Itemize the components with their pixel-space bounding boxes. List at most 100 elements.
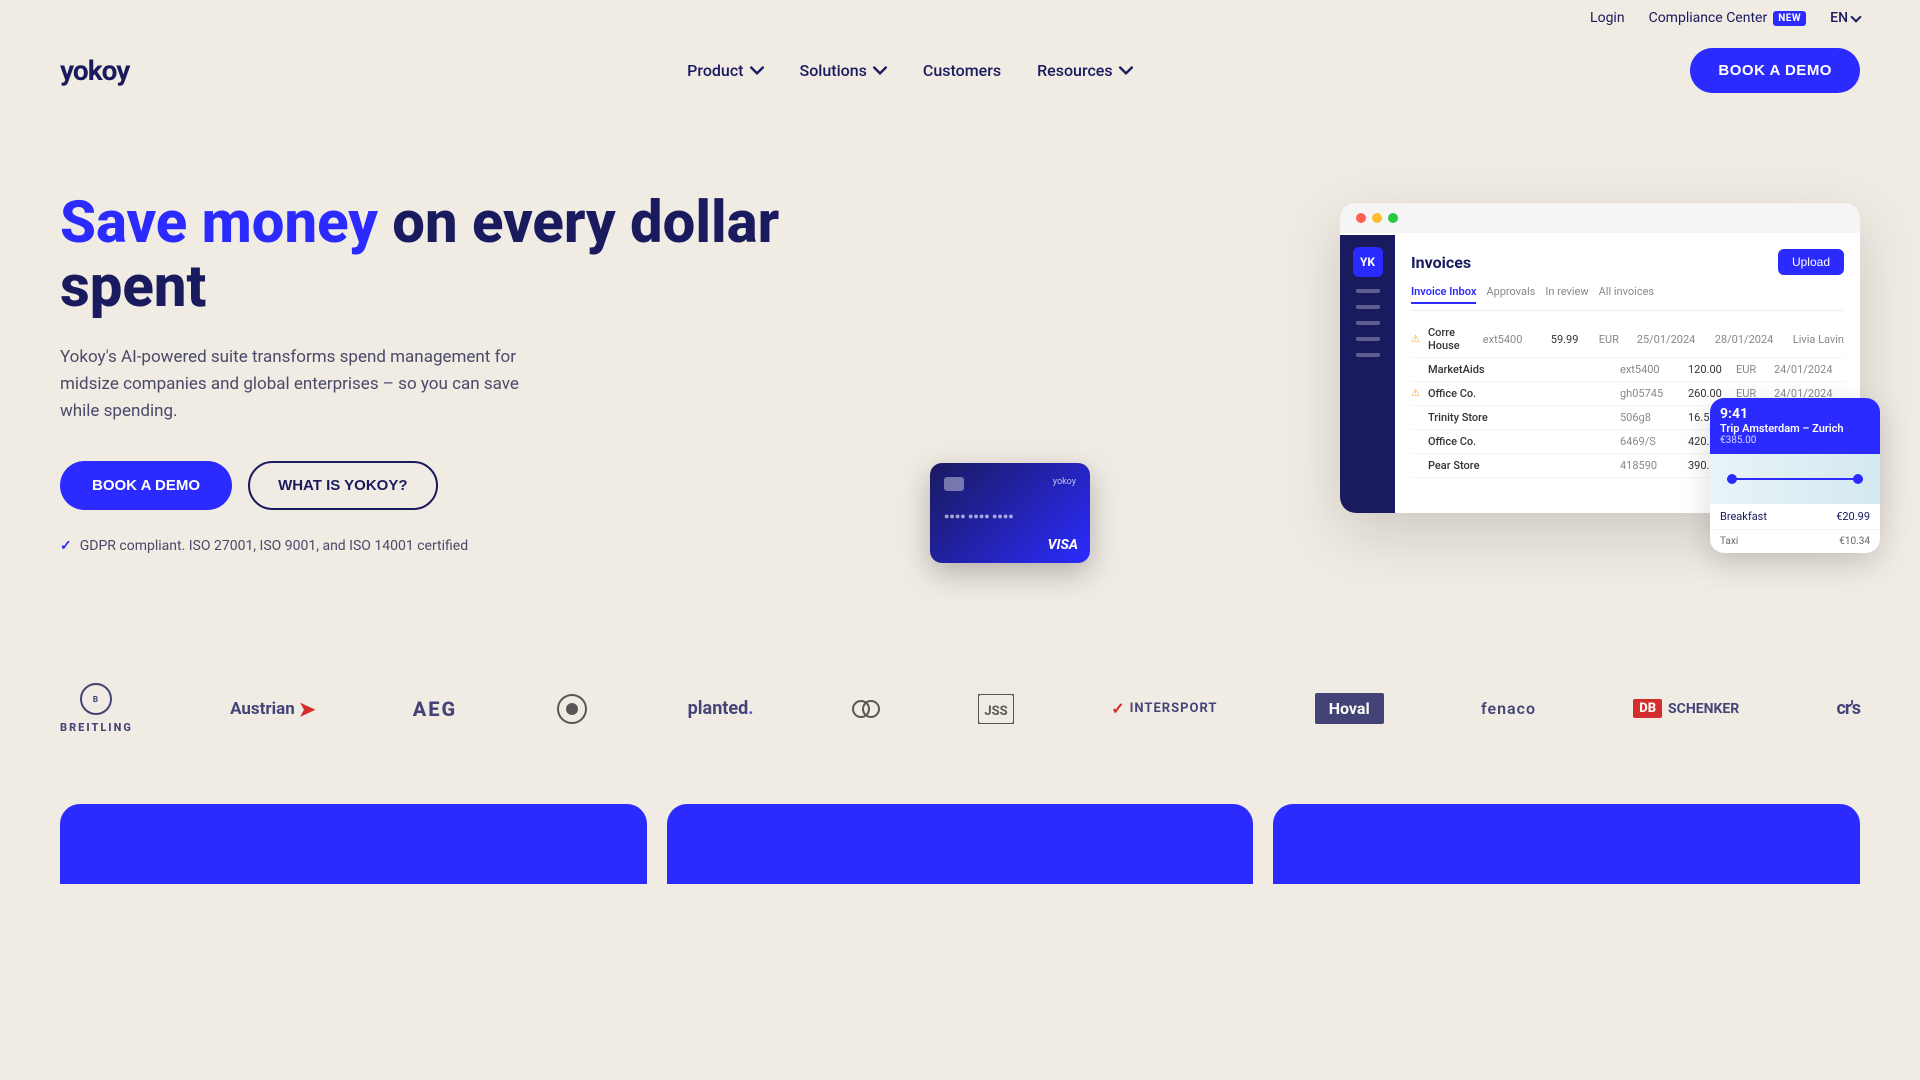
aeg-logo: AEG <box>413 697 457 721</box>
login-link[interactable]: Login <box>1590 10 1625 26</box>
warning-placeholder: ⚠ <box>1411 412 1420 423</box>
window-maximize-dot <box>1388 213 1398 223</box>
breitling-logo: B BREITLING <box>60 683 133 734</box>
sidebar-nav-icon <box>1356 289 1380 293</box>
intersport-logo: ✓ INTERSPORT <box>1111 699 1217 718</box>
nav-customers[interactable]: Customers <box>923 61 1001 80</box>
warning-placeholder: ⚠ <box>1411 460 1420 471</box>
what-is-yokoy-button[interactable]: WHAT IS YOKOY? <box>248 461 437 510</box>
jss-icon: JSS <box>978 694 1014 724</box>
hoval-logo: Hoval <box>1315 693 1384 724</box>
svg-text:JSS: JSS <box>984 704 1007 719</box>
book-demo-hero-button[interactable]: BOOK A DEMO <box>60 461 232 510</box>
gdpr-note: ✓ GDPR compliant. ISO 27001, ISO 9001, a… <box>60 538 920 554</box>
new-badge: NEW <box>1773 11 1806 26</box>
upload-button[interactable]: Upload <box>1778 249 1844 275</box>
taxi-label: Taxi <box>1720 536 1738 547</box>
hero-subtitle: Yokoy's AI-powered suite transforms spen… <box>60 344 540 426</box>
chevron-down-icon <box>1850 11 1861 22</box>
compliance-label: Compliance Center <box>1649 10 1768 26</box>
invoice-tabs: Invoice Inbox Approvals In review All in… <box>1411 285 1844 311</box>
jss-logo: JSS <box>978 694 1014 724</box>
window-minimize-dot <box>1372 213 1382 223</box>
trip-header: 9:41 Trip Amsterdam – Zurich €385.00 <box>1710 398 1880 454</box>
top-bar: Login Compliance Center NEW EN <box>0 0 1920 36</box>
warning-placeholder: ⚠ <box>1411 436 1420 447</box>
language-selector[interactable]: EN <box>1830 10 1860 26</box>
visa-logo: VISA <box>1048 537 1078 553</box>
feature-card-2[interactable] <box>667 804 1254 884</box>
warning-icon: ⚠ <box>1411 388 1420 399</box>
navbar: yokoy Product Solutions Customers Resour… <box>0 36 1920 113</box>
card-brand-name: yokoy <box>1053 477 1076 487</box>
sidebar-nav-icon <box>1356 305 1380 309</box>
tab-approvals[interactable]: Approvals <box>1486 285 1535 304</box>
planted-logo: planted. <box>688 698 754 719</box>
brand6-icon <box>851 694 881 724</box>
hero-right: YK Invoices Upload In <box>960 203 1860 543</box>
trip-amount: €385.00 <box>1720 435 1870 446</box>
brand4-logo <box>554 691 590 727</box>
window-titlebar <box>1340 203 1860 233</box>
trip-title: Trip Amsterdam – Zurich <box>1720 422 1870 435</box>
nav-links: Product Solutions Customers Resources <box>687 61 1132 80</box>
card-label: ●●●● ●●●● ●●●● <box>944 511 1014 522</box>
product-chevron-icon <box>750 64 764 78</box>
hero-left: Save money on every dollar spent Yokoy's… <box>60 192 960 554</box>
crs-logo: cr's <box>1836 698 1859 719</box>
logo[interactable]: yokoy <box>60 54 129 87</box>
check-icon: ✓ <box>60 538 72 554</box>
compliance-link[interactable]: Compliance Center NEW <box>1649 10 1807 26</box>
table-row: ⚠ Corre House ext5400 59.99 EUR 25/01/20… <box>1411 321 1844 358</box>
breakfast-amount: €20.99 <box>1836 510 1870 523</box>
breakfast-label: Breakfast <box>1720 510 1767 523</box>
warning-icon: ⚠ <box>1411 334 1420 345</box>
destination-dot <box>1853 474 1863 484</box>
feature-card-3[interactable] <box>1273 804 1860 884</box>
tab-in-review[interactable]: In review <box>1545 285 1588 304</box>
brand6-logo <box>851 694 881 724</box>
nav-product[interactable]: Product <box>687 61 763 80</box>
origin-dot <box>1727 474 1737 484</box>
sidebar-logo: YK <box>1353 247 1383 277</box>
sidebar-nav-icon <box>1356 337 1380 341</box>
sidebar-nav-icon <box>1356 321 1380 325</box>
card-chip <box>944 477 964 491</box>
nav-resources[interactable]: Resources <box>1037 61 1133 80</box>
gdpr-text: GDPR compliant. ISO 27001, ISO 9001, and… <box>80 538 468 554</box>
window-close-dot <box>1356 213 1366 223</box>
warning-placeholder: ⚠ <box>1411 364 1420 375</box>
solutions-chevron-icon <box>873 64 887 78</box>
hero-section: Save money on every dollar spent Yokoy's… <box>0 113 1920 653</box>
trip-time: 9:41 <box>1720 406 1870 422</box>
db-badge: DB <box>1633 699 1662 718</box>
trip-expense-card: 9:41 Trip Amsterdam – Zurich €385.00 Bre… <box>1710 398 1880 553</box>
intersport-check-icon: ✓ <box>1111 699 1125 718</box>
invoices-title: Invoices <box>1411 253 1471 272</box>
austrian-logo: Austrian ➤ <box>230 697 315 721</box>
app-mockup: YK Invoices Upload In <box>960 203 1860 543</box>
resources-chevron-icon <box>1119 64 1133 78</box>
payment-card: yokoy ●●●● ●●●● ●●●● VISA <box>930 463 1090 563</box>
hero-cta: BOOK A DEMO WHAT IS YOKOY? <box>60 461 920 510</box>
sidebar-nav-icon <box>1356 353 1380 357</box>
hero-title: Save money on every dollar spent <box>60 192 920 320</box>
breakfast-expense: Breakfast €20.99 <box>1710 504 1880 530</box>
route-line <box>1727 478 1863 480</box>
hero-title-highlight: Save money <box>60 189 378 257</box>
austrian-arrow-icon: ➤ <box>299 697 316 721</box>
book-demo-nav-button[interactable]: BOOK A DEMO <box>1690 48 1860 93</box>
trip-map <box>1710 454 1880 504</box>
lang-label: EN <box>1830 10 1848 26</box>
schenker-logo: DB SCHENKER <box>1633 699 1739 718</box>
feature-card-1[interactable] <box>60 804 647 884</box>
taxi-expense: Taxi €10.34 <box>1710 530 1880 553</box>
bottom-feature-cards <box>0 804 1920 884</box>
tab-all-invoices[interactable]: All invoices <box>1599 285 1654 304</box>
tab-invoice-inbox[interactable]: Invoice Inbox <box>1411 285 1476 304</box>
invoices-header: Invoices Upload <box>1411 249 1844 275</box>
taxi-amount: €10.34 <box>1839 536 1870 547</box>
brand4-icon <box>554 691 590 727</box>
app-sidebar: YK <box>1340 235 1395 513</box>
nav-solutions[interactable]: Solutions <box>800 61 887 80</box>
